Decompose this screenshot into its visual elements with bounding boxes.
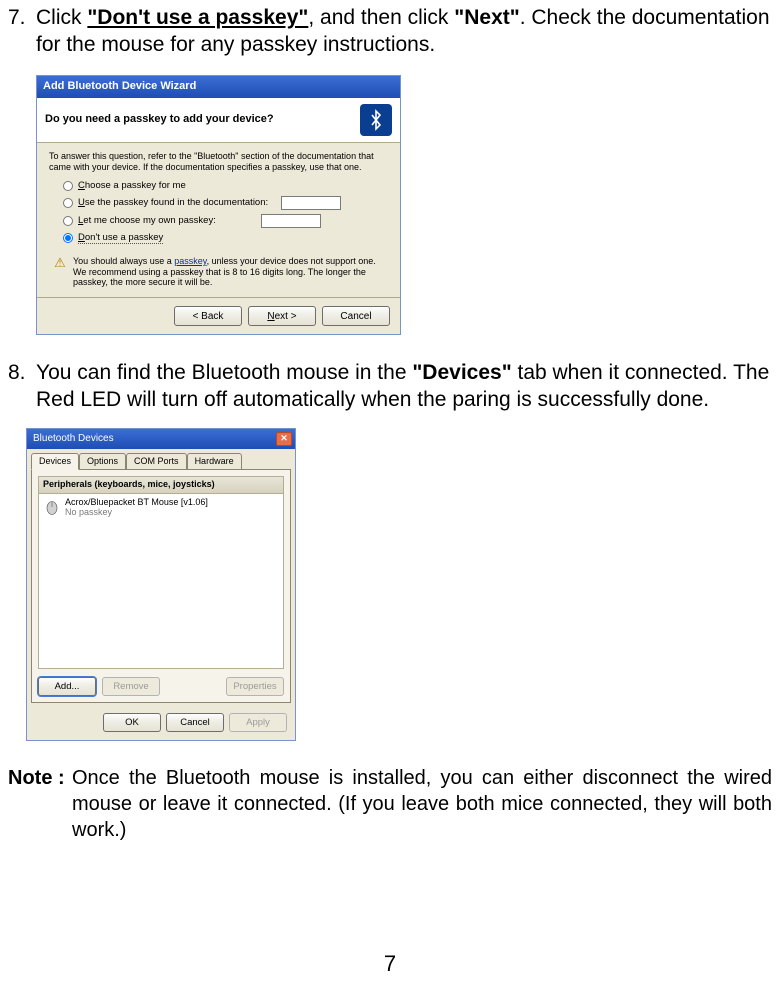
wizard-intro-text: To answer this question, refer to the "B… <box>49 151 388 173</box>
cancel-button-2[interactable]: Cancel <box>166 713 224 732</box>
list-item[interactable]: Acrox/Bluepacket BT Mouse [v1.06] No pas… <box>43 498 279 518</box>
properties-button: Properties <box>226 677 284 696</box>
step-8-pre: You can find the Bluetooth mouse in the <box>36 361 412 384</box>
note-block: Note : Once the Bluetooth mouse is insta… <box>8 765 772 843</box>
tab-hardware[interactable]: Hardware <box>187 453 242 470</box>
radio-input-2[interactable] <box>63 198 73 208</box>
radio-label-1: Choose a passkey for me <box>78 180 186 191</box>
bluetooth-icon <box>360 104 392 136</box>
peripherals-header: Peripherals (keyboards, mice, joysticks) <box>38 476 284 494</box>
step-8-bold: "Devices" <box>412 361 511 384</box>
radio-input-1[interactable] <box>63 181 73 191</box>
device-subtext: No passkey <box>65 508 208 518</box>
page-number: 7 <box>384 950 396 979</box>
wizard-header: Do you need a passkey to add your device… <box>37 98 400 143</box>
warning-icon: ⚠ <box>53 256 67 270</box>
devices-tabs: Devices Options COM Ports Hardware <box>27 449 295 470</box>
radio-dont-use[interactable]: Don't use a passkey <box>63 232 388 244</box>
step-7: 7. Click "Don't use a passkey", and then… <box>8 4 772 59</box>
tab-options[interactable]: Options <box>79 453 126 470</box>
step-7-bold-1: "Don't use a passkey" <box>87 6 308 29</box>
step-7-bold-2: "Next" <box>454 6 519 29</box>
step-7-pre: Click <box>36 6 87 29</box>
device-button-row: Add... Remove Properties <box>38 677 284 696</box>
devices-title-text: Bluetooth Devices <box>33 432 114 445</box>
wizard-header-text: Do you need a passkey to add your device… <box>45 113 274 126</box>
wizard-warning: ⚠ You should always use a passkey, unles… <box>53 256 388 287</box>
radio-label-2: Use the passkey found in the documentati… <box>78 197 268 208</box>
devices-footer: OK Cancel Apply <box>27 707 295 740</box>
tab-devices[interactable]: Devices <box>31 453 79 471</box>
passkey-doc-field[interactable] <box>281 196 341 210</box>
ok-button[interactable]: OK <box>103 713 161 732</box>
mouse-icon <box>43 498 61 516</box>
wizard-body: To answer this question, refer to the "B… <box>37 143 400 297</box>
step-7-body: Click "Don't use a passkey", and then cl… <box>36 4 772 59</box>
radio-choose-for-me[interactable]: Choose a passkey for me <box>63 180 388 191</box>
apply-button: Apply <box>229 713 287 732</box>
step-7-mid: , and then click <box>308 6 454 29</box>
step-8-number: 8. <box>8 359 26 386</box>
wizard-titlebar[interactable]: Add Bluetooth Device Wizard <box>37 76 400 98</box>
remove-button: Remove <box>102 677 160 696</box>
devices-titlebar[interactable]: Bluetooth Devices ✕ <box>27 429 295 449</box>
step-8-body: You can find the Bluetooth mouse in the … <box>36 359 772 414</box>
radio-input-4[interactable] <box>63 233 73 243</box>
radio-use-documentation[interactable]: Use the passkey found in the documentati… <box>63 196 388 210</box>
radio-input-3[interactable] <box>63 216 73 226</box>
radio-label-3: Let me choose my own passkey: <box>78 215 216 226</box>
radio-label-4: Don't use a passkey <box>78 232 163 244</box>
passkey-link[interactable]: passkey <box>174 256 206 266</box>
wizard-footer: < Back Next > Cancel <box>37 297 400 334</box>
tab-com-ports[interactable]: COM Ports <box>126 453 187 470</box>
device-list[interactable]: Acrox/Bluepacket BT Mouse [v1.06] No pas… <box>38 494 284 669</box>
warn-pre: You should always use a <box>73 256 174 266</box>
bluetooth-devices-dialog: Bluetooth Devices ✕ Devices Options COM … <box>26 428 296 741</box>
devices-panel: Peripherals (keyboards, mice, joysticks)… <box>31 469 291 703</box>
next-button[interactable]: Next > <box>248 306 316 326</box>
back-button[interactable]: < Back <box>174 306 242 326</box>
cancel-button[interactable]: Cancel <box>322 306 390 326</box>
note-label: Note : <box>8 765 65 791</box>
passkey-own-field[interactable] <box>261 214 321 228</box>
close-icon[interactable]: ✕ <box>276 432 292 446</box>
step-7-number: 7. <box>8 4 26 31</box>
wizard-warning-text: You should always use a passkey, unless … <box>73 256 388 287</box>
add-button[interactable]: Add... <box>38 677 96 696</box>
note-body: Once the Bluetooth mouse is installed, y… <box>72 765 772 843</box>
step-8: 8. You can find the Bluetooth mouse in t… <box>8 359 772 414</box>
radio-choose-own[interactable]: Let me choose my own passkey: <box>63 214 388 228</box>
add-bluetooth-wizard: Add Bluetooth Device Wizard Do you need … <box>36 75 401 336</box>
device-text: Acrox/Bluepacket BT Mouse [v1.06] No pas… <box>65 498 208 518</box>
